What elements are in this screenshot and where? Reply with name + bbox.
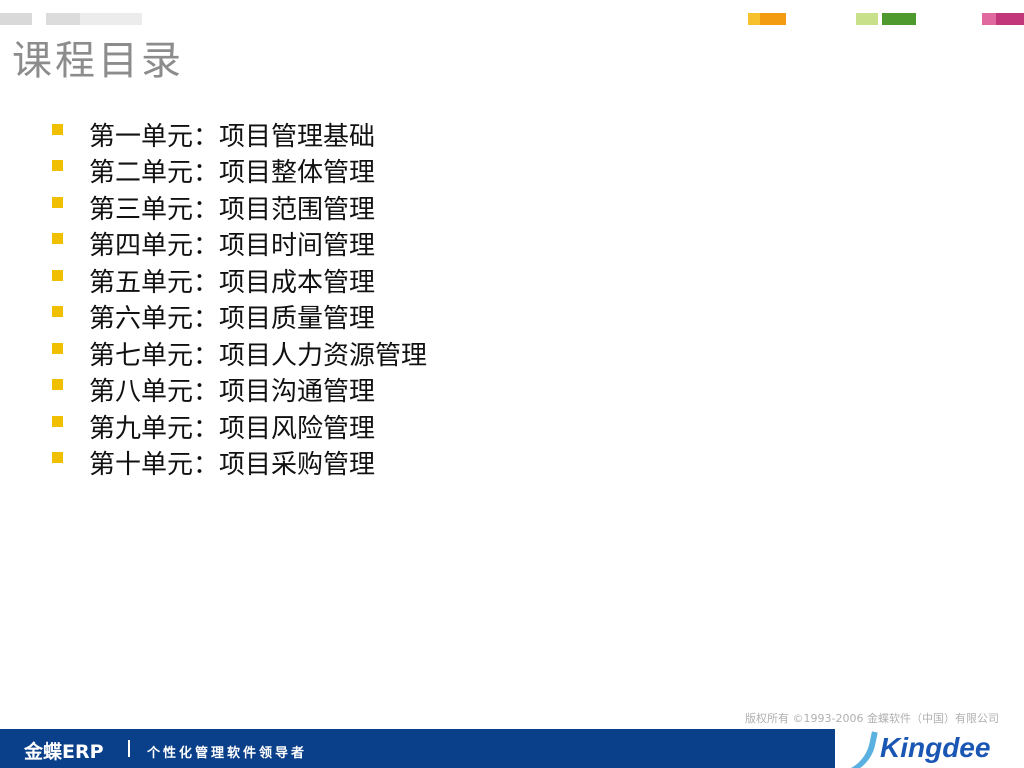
- bullet-square-icon: [52, 233, 63, 245]
- copyright-notice: 版权所有 ©1993-2006 金蝶软件（中国）有限公司: [745, 712, 999, 725]
- bullet-square-icon: [52, 269, 63, 281]
- unit-label: 第十单元：项目采购管理: [89, 450, 376, 481]
- bullet-square-icon: [52, 306, 63, 318]
- header-gray-bar-2: [46, 13, 80, 25]
- bullet-square-icon: [52, 452, 63, 464]
- header-orange-tab-light: [748, 13, 760, 25]
- footer-slogan: 个性化管理软件领导者: [147, 746, 308, 761]
- bullet-square-icon: [52, 196, 63, 208]
- bullet-square-icon: [52, 160, 63, 172]
- list-item: 第二单元：项目整体管理: [52, 153, 427, 190]
- unit-label: 第八单元：项目沟通管理: [89, 377, 376, 408]
- list-item: 第三单元：项目范围管理: [52, 189, 427, 226]
- header-green-tab-light: [856, 13, 878, 25]
- kingdee-logo: Kingdee: [835, 729, 1024, 768]
- list-item: 第八单元：项目沟通管理: [52, 372, 427, 409]
- unit-label: 第一单元：项目管理基础: [89, 121, 376, 152]
- header-gray-bar-3: [80, 13, 142, 25]
- bullet-square-icon: [52, 123, 63, 135]
- list-item: 第一单元：项目管理基础: [52, 116, 427, 153]
- list-item: 第十单元：项目采购管理: [52, 445, 427, 482]
- logo-swoosh-icon: [835, 729, 878, 768]
- header-gray-bar-1: [0, 13, 32, 25]
- list-item: 第七单元：项目人力资源管理: [52, 335, 427, 372]
- header-pink-tab-light: [982, 13, 996, 25]
- unit-label: 第三单元：项目范围管理: [89, 194, 376, 225]
- footer-brand: 金蝶ERP: [24, 741, 104, 763]
- unit-label: 第六单元：项目质量管理: [89, 304, 376, 335]
- list-item: 第九单元：项目风险管理: [52, 408, 427, 445]
- footer-divider: [128, 740, 130, 757]
- header-orange-tab-dark: [760, 13, 786, 25]
- unit-label: 第七单元：项目人力资源管理: [89, 340, 428, 371]
- logo-text: Kingdee: [880, 732, 991, 763]
- unit-list: 第一单元：项目管理基础 第二单元：项目整体管理 第三单元：项目范围管理 第四单元…: [52, 116, 427, 481]
- header-green-tab-dark: [882, 13, 916, 25]
- unit-label: 第九单元：项目风险管理: [89, 413, 376, 444]
- list-item: 第四单元：项目时间管理: [52, 226, 427, 263]
- unit-label: 第五单元：项目成本管理: [89, 267, 376, 298]
- bullet-square-icon: [52, 379, 63, 391]
- page-title: 课程目录: [12, 38, 184, 84]
- bullet-square-icon: [52, 342, 63, 354]
- header-pink-tab-dark: [996, 13, 1024, 25]
- list-item: 第五单元：项目成本管理: [52, 262, 427, 299]
- bullet-square-icon: [52, 415, 63, 427]
- unit-label: 第二单元：项目整体管理: [89, 158, 376, 189]
- list-item: 第六单元：项目质量管理: [52, 299, 427, 336]
- unit-label: 第四单元：项目时间管理: [89, 231, 376, 262]
